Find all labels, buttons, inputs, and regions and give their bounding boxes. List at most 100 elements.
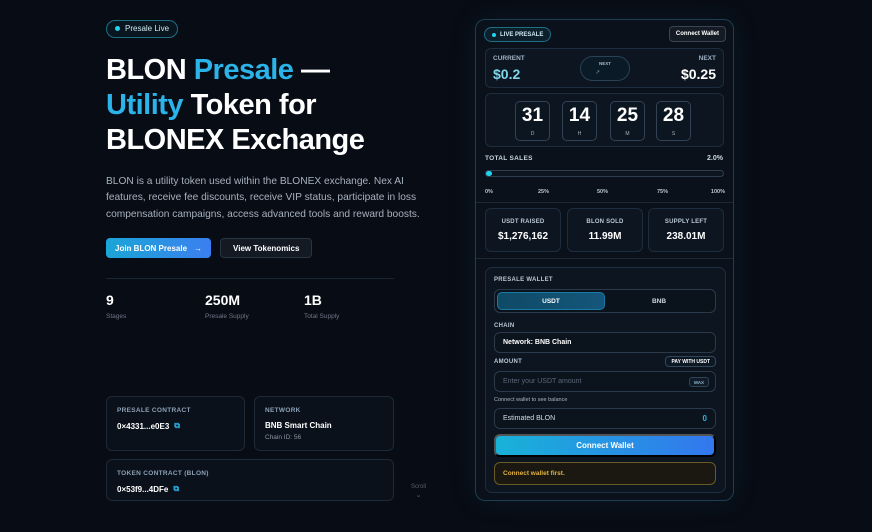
current-price-label: CURRENT [493,55,525,62]
countdown-unit: H [577,131,582,137]
tick-label: 0% [485,189,493,195]
stat-value: 1B [304,292,322,308]
tab-bnb[interactable]: BNB [605,292,713,310]
scroll-indicator[interactable]: Scroll ⌄ [411,484,426,499]
metric-title: USDT RAISED [501,219,545,225]
countdown-value: 28 [662,105,685,126]
tick-label: 25% [538,189,550,195]
card-title: TOKEN CONTRACT (BLON) [117,470,209,477]
presale-contract-link[interactable]: 0×4331...e0E3 ⧉ [117,421,234,431]
amount-label: AMOUNT [494,359,523,365]
tick-label: 75% [657,189,669,195]
warning-message: Connect wallet first. [494,462,716,485]
blon-sold-card: BLON SOLD 11.99M [567,208,643,252]
next-stage-pill: NEXT ↗ [580,56,630,81]
metric-title: BLON SOLD [586,219,624,225]
stat-stages: 9 Stages [106,292,205,320]
title-part: — [293,53,330,86]
stat-label: Presale Supply [205,313,249,320]
stat-value: 250M [205,292,241,308]
chain-select[interactable]: Network: BNB Chain [494,332,716,353]
countdown-hours: 14 H [562,101,597,141]
live-dot-icon [492,32,496,37]
usdt-raised-card: USDT RAISED $1,276,162 [485,208,561,252]
arrow-right-icon: → [194,243,203,253]
countdown-value: 14 [568,105,591,126]
chain-label: CHAIN [494,323,515,329]
hero-section: Presale Live BLON Presale — Utility Toke… [106,18,420,258]
scroll-label: Scroll [411,484,427,490]
divider [476,258,733,259]
amount-placeholder: Enter your USDT amount [503,378,582,385]
estimated-value: 0 [702,414,707,423]
countdown-unit: M [625,131,630,137]
current-price-value: $0.2 [493,66,521,82]
network-name: BNB Smart Chain [265,421,332,430]
join-presale-button[interactable]: Join BLON Presale → [106,238,212,258]
tick-label: 100% [710,189,725,195]
metric-value: $1,276,162 [497,231,549,242]
tab-usdt[interactable]: USDT [497,292,605,310]
chain-id: Chain ID: 56 [265,434,302,441]
title-highlight: Presale [193,53,294,86]
stat-label: Stages [106,313,127,320]
balance-hint: Connect wallet to see balance [494,397,568,403]
contract-address: 0×4331...e0E3 [117,421,170,431]
network-card: NETWORK BNB Smart Chain Chain ID: 56 [254,396,394,451]
title-highlight: Utility [106,88,184,121]
divider [106,278,394,279]
presale-wallet: PRESALE WALLET USDT BNB CHAIN Network: B… [485,267,726,493]
stat-value: 9 [106,292,114,308]
metric-title: SUPPLY LEFT [664,219,708,225]
live-presale-label: LIVE PRESALE [500,31,544,38]
total-sales-percent: 2.0% [707,155,723,162]
connect-wallet-button[interactable]: Connect Wallet [494,434,716,457]
countdown-seconds: 28 S [656,101,691,141]
metric-value: 238.01M [666,231,706,242]
wallet-title: PRESALE WALLET [494,277,553,283]
sales-progress-bar [485,170,724,177]
next-price-value: $0.25 [680,66,716,82]
price-box: CURRENT $0.2 NEXT ↗ NEXT $0.25 [485,48,724,88]
presale-contract-card: PRESALE CONTRACT 0×4331...e0E3 ⧉ [106,396,245,451]
contract-address: 0×53f9...4DFe [117,484,169,494]
connect-wallet-top-button[interactable]: Connect Wallet [668,26,726,42]
currency-toggle: USDT BNB [494,289,716,313]
countdown-unit: S [671,131,676,137]
estimated-label: Estimated BLON [503,415,556,422]
token-contract-card: TOKEN CONTRACT (BLON) 0×53f9...4DFe ⧉ [106,459,394,501]
presale-live-badge: Presale Live [106,19,179,38]
countdown-box: 31 D 14 H 25 M 28 S [485,93,724,147]
chevron-down-icon: ⌄ [415,492,422,499]
arrow-up-right-icon: ↗ [595,70,601,76]
next-pill-label: NEXT [598,61,611,66]
token-contract-link[interactable]: 0×53f9...4DFe ⧉ [117,484,383,494]
divider [476,202,733,203]
hero-title: BLON Presale — Utility Token for BLONEX … [106,53,396,158]
external-link-icon[interactable]: ⧉ [174,421,180,431]
live-presale-badge: LIVE PRESALE [484,27,552,42]
title-part: BLONEX Exchange [106,123,365,156]
tick-label: 50% [597,189,609,195]
countdown-unit: D [530,131,535,137]
supply-left-card: SUPPLY LEFT 238.01M [648,208,724,252]
join-presale-label: Join BLON Presale [115,243,188,253]
amount-input[interactable]: Enter your USDT amount MAX [494,371,716,392]
next-price-label: NEXT [698,55,716,62]
pay-with-usdt-button[interactable]: PAY WITH USDT [665,356,716,367]
total-sales-label: TOTAL SALES [485,155,533,162]
hero-description: BLON is a utility token used within the … [106,175,420,220]
view-tokenomics-button[interactable]: View Tokenomics [220,238,313,258]
card-title: NETWORK [265,407,301,414]
estimated-blon-field: Estimated BLON 0 [494,408,716,429]
card-title: PRESALE CONTRACT [117,407,191,414]
countdown-days: 31 D [515,101,550,141]
countdown-value: 25 [616,105,639,126]
stat-presale-supply: 250M Presale Supply [205,292,304,320]
title-part: BLON [106,53,194,86]
external-link-icon[interactable]: ⧉ [173,484,179,494]
presale-live-label: Presale Live [125,24,170,33]
metric-value: 11.99M [588,231,622,242]
supply-stats: 9 Stages 250M Presale Supply 1B Total Su… [106,292,403,320]
max-button[interactable]: MAX [689,377,709,387]
